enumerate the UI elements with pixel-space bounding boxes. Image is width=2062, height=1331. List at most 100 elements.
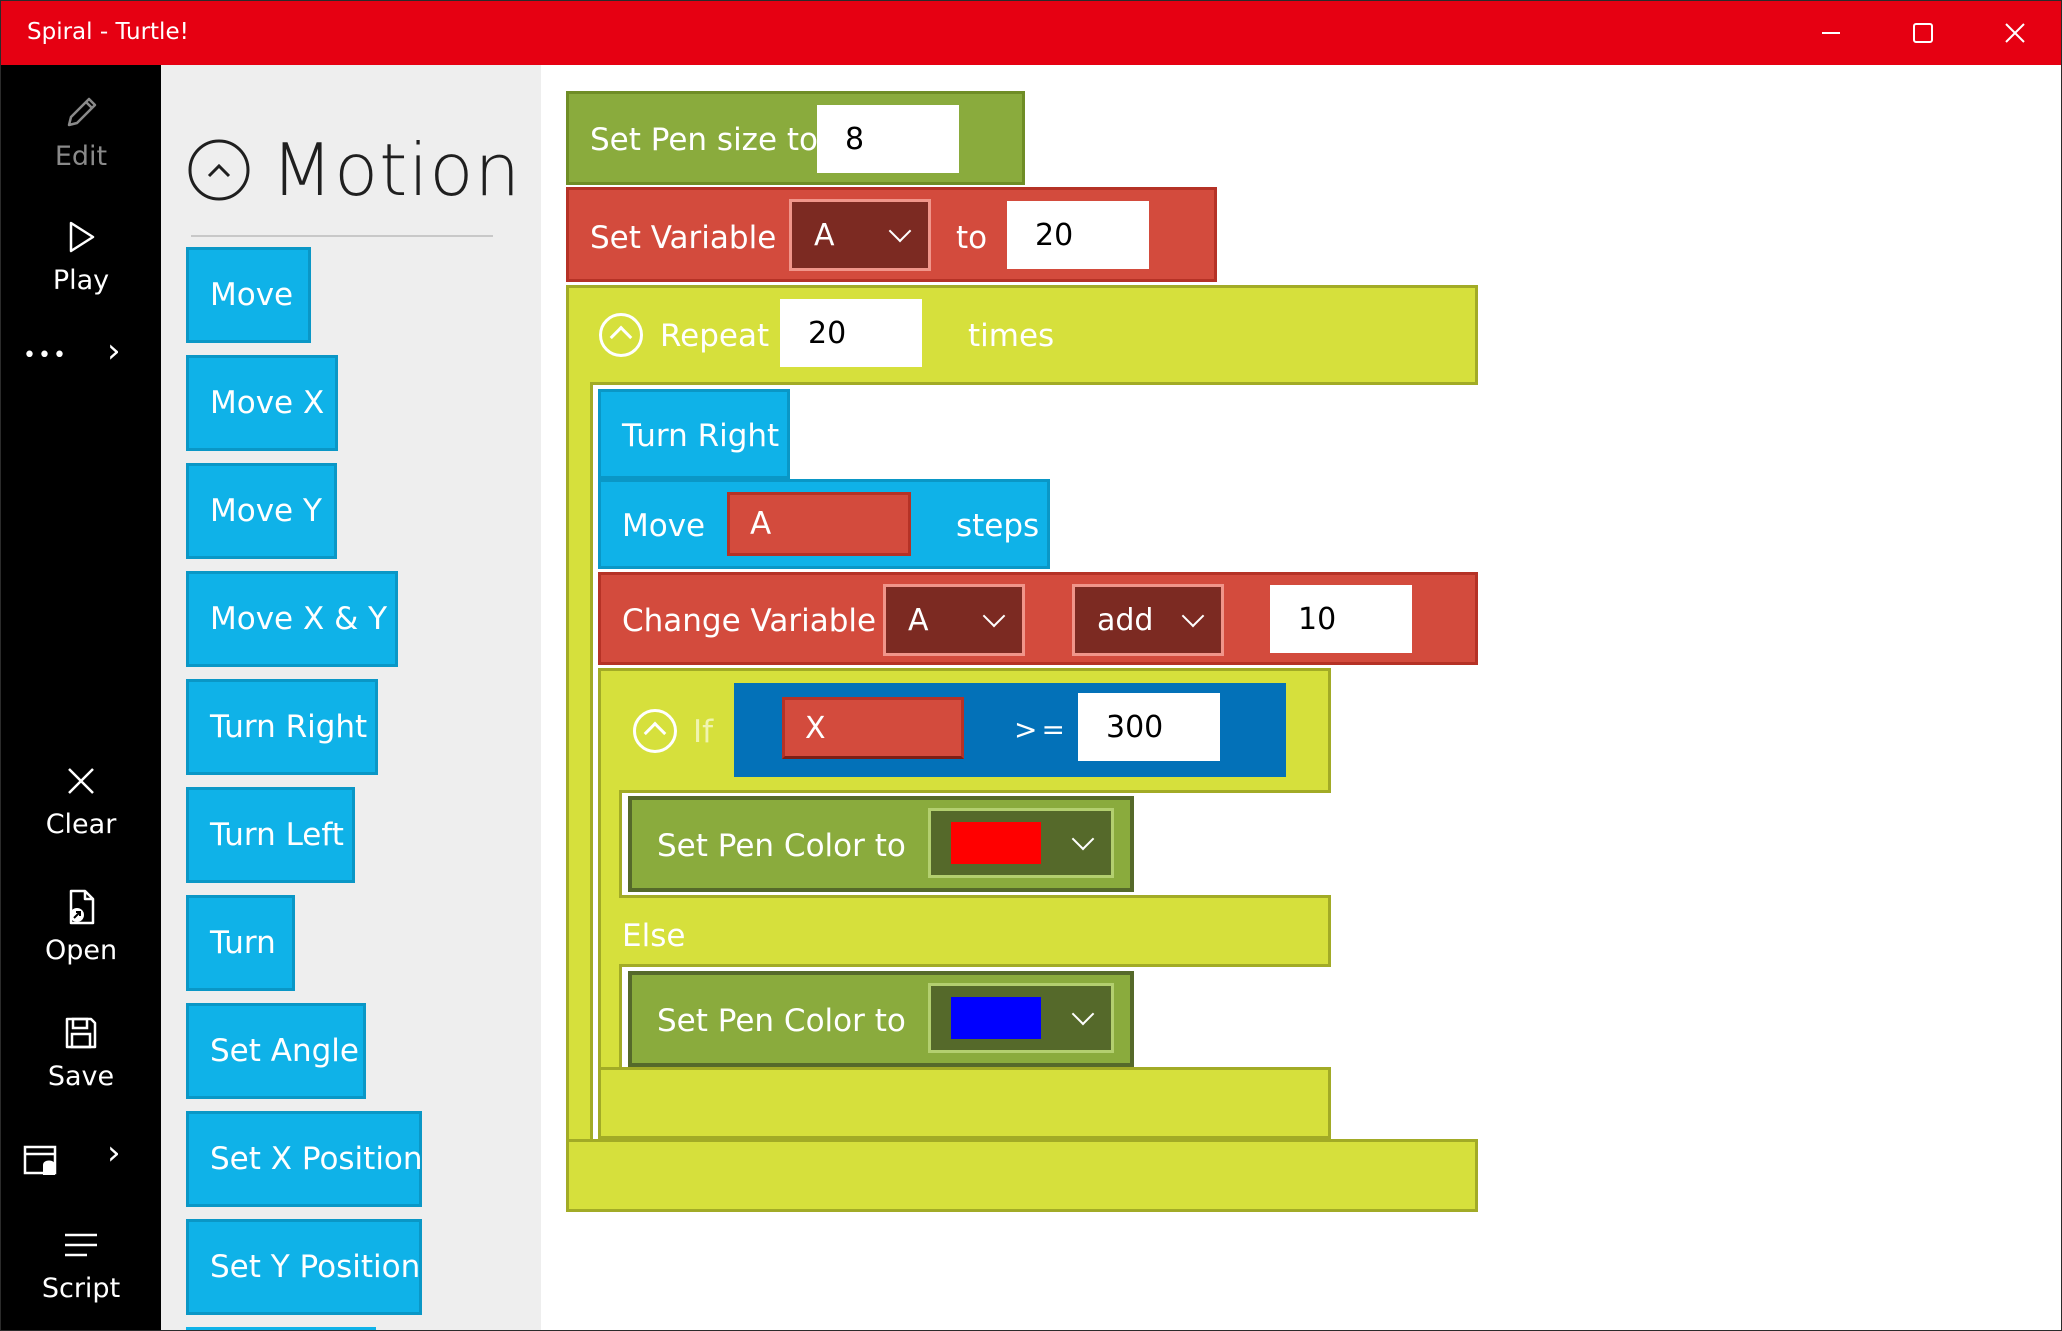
repeat-block-footer	[566, 1139, 1478, 1212]
play-icon	[69, 221, 95, 253]
move-block[interactable]: Move A steps	[598, 479, 1050, 569]
set-pen-size-block[interactable]: Set Pen size to 8	[566, 91, 1025, 185]
condition-left-operand[interactable]: X	[782, 697, 964, 759]
set-variable-label: Set Variable	[590, 220, 777, 256]
script-button[interactable]: Script	[1, 1225, 161, 1304]
if-label: If	[693, 714, 714, 750]
operation-select[interactable]: add	[1072, 584, 1224, 656]
condition-left-value: X	[805, 710, 826, 746]
change-variable-select-value: A	[908, 602, 929, 638]
play-label: Play	[52, 265, 110, 296]
script-icon	[65, 1233, 97, 1257]
open-label: Open	[44, 935, 118, 966]
condition-block[interactable]: X >= 300	[734, 683, 1286, 777]
variable-select[interactable]: A	[789, 199, 931, 271]
set-pen-color-block-then[interactable]: Set Pen Color to	[628, 796, 1134, 892]
clear-label: Clear	[45, 809, 117, 840]
palette-turn-right[interactable]: Turn Right	[186, 679, 378, 775]
minimize-button[interactable]	[1785, 1, 1877, 65]
palette-move-y[interactable]: Move Y	[186, 463, 337, 559]
title-bar: Spiral - Turtle!	[1, 1, 2061, 65]
store-button[interactable]	[21, 1139, 61, 1183]
more-chevron-icon[interactable]: ›	[107, 331, 121, 371]
pen-size-input[interactable]: 8	[817, 105, 959, 173]
change-amount-input[interactable]: 10	[1270, 585, 1412, 653]
set-pen-color-block-else[interactable]: Set Pen Color to	[628, 971, 1134, 1067]
chevron-down-icon	[888, 219, 912, 243]
pen-color-select-then[interactable]	[928, 808, 1114, 878]
condition-right-input[interactable]: 300	[1078, 693, 1220, 761]
repeat-count-input[interactable]: 20	[780, 299, 922, 367]
set-pen-color-label: Set Pen Color to	[657, 828, 906, 864]
palette-set-y-position[interactable]: Set Y Position	[186, 1219, 422, 1315]
if-footer-left-edge	[598, 1067, 601, 1139]
store-icon	[23, 1145, 57, 1175]
pencil-icon	[67, 97, 97, 127]
chevron-down-icon	[1071, 1002, 1095, 1026]
close-button[interactable]	[1969, 1, 2061, 65]
change-variable-select[interactable]: A	[883, 584, 1025, 656]
repeat-arm-edge	[590, 382, 593, 1142]
edit-label: Edit	[54, 141, 108, 172]
category-title: Motion	[271, 128, 522, 212]
if-collapse-icon[interactable]	[633, 709, 677, 753]
save-button[interactable]: Save	[1, 1013, 161, 1092]
open-button[interactable]: Open	[1, 887, 161, 966]
clear-button[interactable]: Clear	[1, 761, 161, 840]
else-label: Else	[622, 918, 686, 954]
if-arm-edge-then	[619, 790, 622, 898]
set-pen-color-label: Set Pen Color to	[657, 1003, 906, 1039]
category-divider	[191, 235, 493, 237]
palette-set-x-position[interactable]: Set X Position	[186, 1111, 423, 1207]
script-label: Script	[41, 1273, 121, 1304]
palette-turn-left[interactable]: Turn Left	[186, 787, 355, 883]
set-variable-block[interactable]: Set Variable A to 20	[566, 187, 1217, 282]
maximize-icon	[1913, 23, 1933, 43]
turn-right-block[interactable]: Turn Right	[598, 389, 790, 479]
chevron-down-icon	[1071, 827, 1095, 851]
palette-next-item	[186, 1327, 376, 1330]
else-bar: Else	[619, 895, 1331, 967]
set-pen-size-label: Set Pen size to	[590, 122, 819, 158]
minimize-icon	[1822, 32, 1840, 34]
window-title: Spiral - Turtle!	[27, 19, 189, 45]
repeat-inner-top-edge	[590, 382, 1478, 385]
palette-turn[interactable]: Turn	[186, 895, 295, 991]
variable-value-input[interactable]: 20	[1007, 201, 1149, 269]
change-variable-label: Change Variable	[622, 603, 877, 639]
operation-select-value: add	[1097, 602, 1154, 638]
steps-label: steps	[956, 508, 1040, 544]
palette-move-x-y[interactable]: Move X & Y	[186, 571, 398, 667]
if-arm-edge-else	[619, 967, 622, 1073]
move-steps-variable[interactable]: A	[727, 492, 911, 556]
store-chevron-icon[interactable]: ›	[107, 1133, 121, 1173]
repeat-block-header[interactable]: Repeat 20 times	[566, 285, 1478, 385]
category-header[interactable]: Motion	[187, 125, 521, 215]
save-label: Save	[47, 1061, 115, 1092]
if-block-header[interactable]: If X >= 300	[598, 668, 1331, 793]
maximize-button[interactable]	[1877, 1, 1969, 65]
more-button[interactable]: •••	[23, 343, 68, 368]
turn-right-label: Turn Right	[622, 418, 780, 454]
variable-select-value: A	[814, 217, 835, 253]
close-icon	[2005, 23, 2025, 43]
edit-button[interactable]: Edit	[1, 93, 161, 172]
chevron-down-icon	[1181, 604, 1205, 628]
pen-color-select-else[interactable]	[928, 983, 1114, 1053]
to-label: to	[956, 220, 988, 256]
repeat-block-arm	[566, 382, 593, 1142]
repeat-collapse-icon[interactable]	[599, 313, 643, 357]
palette-move-x[interactable]: Move X	[186, 355, 338, 451]
save-icon	[65, 1017, 97, 1049]
change-variable-block[interactable]: Change Variable A add 10	[598, 572, 1478, 665]
palette-move[interactable]: Move	[186, 247, 311, 343]
clear-icon	[68, 768, 94, 794]
times-label: times	[968, 318, 1055, 354]
chevron-down-icon	[982, 604, 1006, 628]
if-inner-top-edge	[619, 790, 1331, 793]
palette-set-angle[interactable]: Set Angle	[186, 1003, 366, 1099]
play-button[interactable]: Play	[1, 217, 161, 296]
condition-operator[interactable]: >=	[1014, 713, 1069, 746]
nav-rail: Edit Play ••• › Clear Open Save › Script	[1, 65, 161, 1330]
color-swatch-blue	[951, 997, 1041, 1039]
